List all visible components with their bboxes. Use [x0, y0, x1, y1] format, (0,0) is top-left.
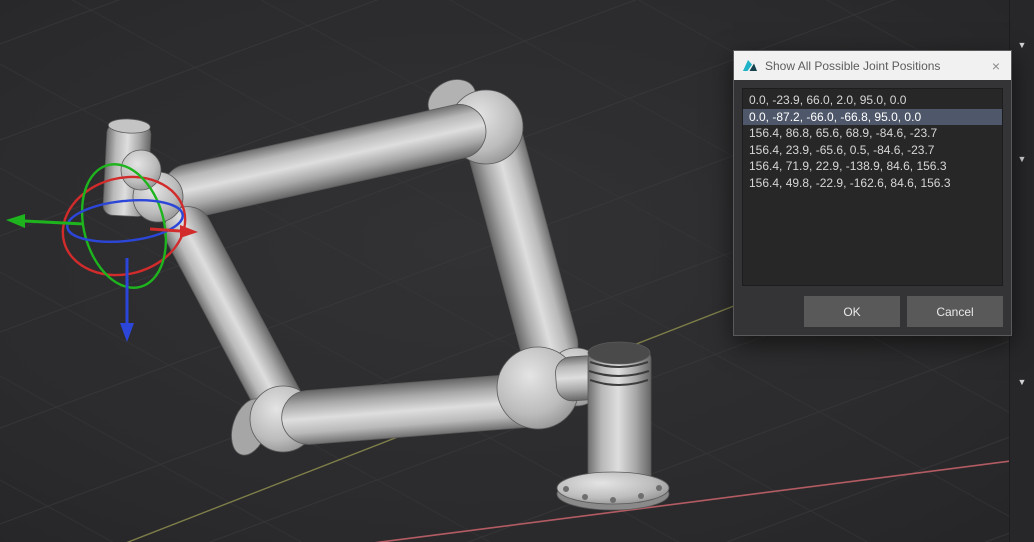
joint-position-row[interactable]: 156.4, 86.8, 65.6, 68.9, -84.6, -23.7	[743, 125, 1002, 142]
robot-base-column[interactable]	[588, 350, 651, 484]
joint-positions-dialog: Show All Possible Joint Positions × 0.0,…	[733, 50, 1012, 336]
close-icon[interactable]: ×	[989, 57, 1003, 75]
robot-link-upper[interactable]	[157, 99, 491, 223]
joint-position-row[interactable]: 156.4, 49.8, -22.9, -162.6, 84.6, 156.3	[743, 175, 1002, 192]
dialog-button-row: OK Cancel	[742, 296, 1003, 327]
dialog-titlebar[interactable]: Show All Possible Joint Positions ×	[734, 51, 1011, 80]
panel-collapse-arrow-icon[interactable]: ▼	[1010, 154, 1034, 164]
robot-base-motor-cap	[588, 342, 650, 364]
joint-position-row[interactable]: 156.4, 23.9, -65.6, 0.5, -84.6, -23.7	[743, 142, 1002, 159]
joint-position-row-selected[interactable]: 0.0, -87.2, -66.0, -66.8, 95.0, 0.0	[743, 109, 1002, 126]
robot-arm[interactable]	[103, 71, 669, 510]
joint-position-row[interactable]: 156.4, 71.9, 22.9, -138.9, 84.6, 156.3	[743, 158, 1002, 175]
right-panel-strip: ▼ ▼ ▼	[1009, 0, 1034, 542]
robot-joint-wrist-small[interactable]	[121, 150, 161, 190]
gizmo-z-arrow[interactable]	[120, 258, 134, 342]
cancel-button[interactable]: Cancel	[907, 296, 1003, 327]
panel-collapse-arrow-icon[interactable]: ▼	[1010, 40, 1034, 50]
ok-button[interactable]: OK	[804, 296, 900, 327]
dialog-title: Show All Possible Joint Positions	[765, 59, 982, 73]
panel-collapse-arrow-icon[interactable]: ▼	[1010, 377, 1034, 387]
robodk-logo-icon	[742, 58, 758, 74]
joint-position-row[interactable]: 0.0, -23.9, 66.0, 2.0, 95.0, 0.0	[743, 92, 1002, 109]
dialog-body: 0.0, -23.9, 66.0, 2.0, 95.0, 0.0 0.0, -8…	[734, 80, 1011, 335]
x-axis-line	[0, 458, 1034, 542]
joint-positions-list[interactable]: 0.0, -23.9, 66.0, 2.0, 95.0, 0.0 0.0, -8…	[742, 88, 1003, 286]
